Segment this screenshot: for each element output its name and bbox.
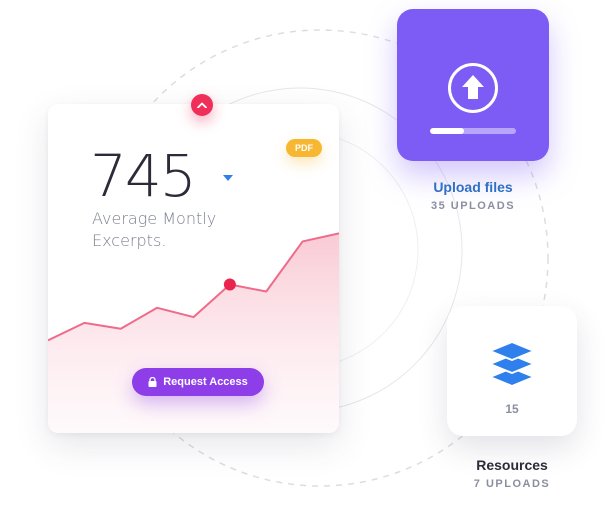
upload-files-title[interactable]: Upload files (397, 179, 549, 195)
collapse-button[interactable] (191, 94, 213, 116)
pdf-badge[interactable]: PDF (286, 139, 322, 157)
upload-progress-fill (430, 128, 465, 134)
request-access-label: Request Access (163, 376, 248, 388)
resources-title[interactable]: Resources (447, 457, 577, 473)
upload-files-tile[interactable] (397, 9, 549, 161)
caret-down-icon[interactable] (223, 175, 233, 181)
upload-progress-bar (430, 128, 516, 134)
chart-highlight-point[interactable] (223, 278, 236, 291)
chart-area (48, 233, 339, 433)
resources-uploads: 7 UPLOADS (473, 478, 551, 490)
upload-arrow-icon (448, 63, 498, 113)
chevron-up-icon (197, 102, 207, 108)
metric-label: Average Montly Excerpts. (92, 208, 272, 252)
resources-count: 15 (505, 402, 519, 416)
layers-icon (489, 341, 535, 387)
metric-label-line-2: Excerpts. (92, 231, 167, 250)
lock-icon (148, 377, 157, 387)
metric-label-line-1: Average Montly (92, 209, 217, 228)
resources-tile[interactable]: 15 (447, 306, 577, 436)
upload-files-count: 35 UPLOADS (430, 200, 516, 212)
metric-value: 745 (90, 142, 197, 210)
request-access-button[interactable]: Request Access (132, 368, 264, 396)
metric-card: 745 Average Montly Excerpts. PDF Request… (48, 104, 339, 433)
